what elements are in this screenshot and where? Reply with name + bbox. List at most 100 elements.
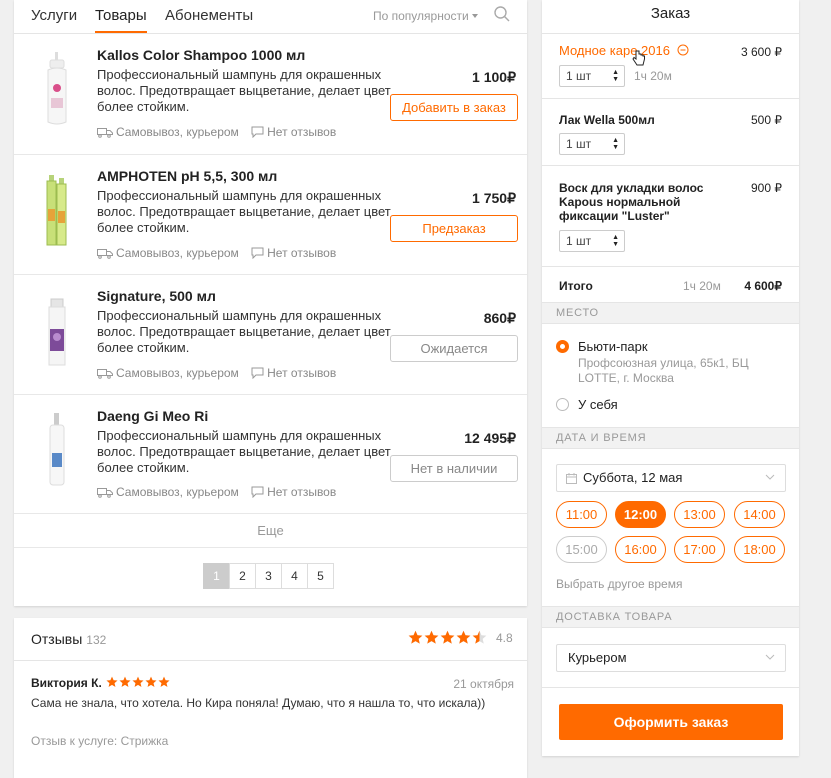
product-name[interactable]: Daeng Gi Meo Ri [97, 408, 208, 424]
order-item-name: Лак Wella 500мл [559, 113, 655, 127]
product-row: Daeng Gi Meo Ri Профессиональный шампунь… [14, 395, 527, 514]
updown-icon: ▲ ▼ [612, 234, 619, 248]
product-price: 860₽ [483, 310, 516, 326]
product-image [47, 52, 67, 125]
page-5[interactable]: 5 [307, 563, 334, 589]
comment-icon [251, 247, 264, 260]
product-meta: Самовывоз, курьером Нет отзывов [97, 125, 336, 139]
radio-place-salon[interactable] [556, 340, 569, 353]
reviews-title: Отзывы [31, 631, 83, 647]
page-3[interactable]: 3 [255, 563, 282, 589]
product-price: 12 495₽ [464, 430, 516, 446]
search-icon[interactable] [493, 5, 511, 28]
star-icon [106, 676, 118, 687]
review-date: 21 октября [453, 677, 514, 691]
checkout-button[interactable]: Оформить заказ [559, 704, 783, 740]
reviews-count: 132 [86, 633, 107, 647]
quantity-select[interactable]: 1 шт ▲ ▼ [559, 133, 625, 155]
product-row: Signature, 500 мл Профессиональный шампу… [14, 275, 527, 395]
caret-down-icon [471, 14, 478, 18]
updown-icon: ▲ ▼ [612, 69, 619, 83]
time-slot[interactable]: 13:00 [674, 501, 725, 528]
product-meta: Самовывоз, курьером Нет отзывов [97, 246, 336, 260]
calendar-icon [566, 473, 577, 484]
review-stars [106, 676, 171, 688]
page-4[interactable]: 4 [281, 563, 308, 589]
product-image [46, 175, 67, 246]
expected-button[interactable]: Ожидается [390, 335, 518, 362]
review-author: Виктория К. [31, 676, 171, 690]
product-meta: Самовывоз, курьером Нет отзывов [97, 366, 336, 380]
quantity-select[interactable]: 1 шт ▲ ▼ [559, 65, 625, 87]
products-panel: Услуги Товары Абонементы По популярности… [14, 0, 527, 606]
product-name[interactable]: Signature, 500 мл [97, 288, 216, 304]
total-price: 4 600₽ [744, 279, 782, 293]
product-row: AMPHOTEN pH 5,5, 300 мл Профессиональный… [14, 155, 527, 275]
tab-products[interactable]: Товары [95, 7, 147, 24]
add-to-order-button[interactable]: Добавить в заказ [390, 94, 518, 121]
sort-dropdown[interactable]: По популярности [373, 9, 478, 23]
product-price: 1 100₽ [472, 69, 516, 85]
product-image [48, 298, 66, 366]
star-icon [158, 676, 170, 687]
truck-icon [97, 249, 113, 259]
tab-subscriptions[interactable]: Абонементы [165, 7, 253, 24]
divider [542, 687, 799, 688]
product-row: Kallos Color Shampoo 1000 мл Профессиона… [14, 34, 527, 155]
order-item-title: Модное каре 2016 [559, 43, 670, 58]
reviews-panel: Отзывы 132 4.8 Виктория К. 21 октября Сам… [14, 618, 527, 778]
delivery-text: Самовывоз, курьером [116, 125, 239, 139]
reviews-text[interactable]: Нет отзывов [267, 125, 336, 139]
time-slot[interactable]: 11:00 [556, 501, 607, 528]
updown-icon: ▲ ▼ [612, 137, 619, 151]
remove-icon[interactable] [677, 44, 689, 56]
truck-icon [97, 369, 113, 379]
time-slot[interactable]: 18:00 [734, 536, 785, 563]
divider [542, 266, 799, 267]
place-name[interactable]: Бьюти-парк [578, 339, 648, 354]
comment-icon [251, 126, 264, 139]
quantity-select[interactable]: 1 шт ▲ ▼ [559, 230, 625, 252]
star-icon [119, 676, 131, 687]
page-1[interactable]: 1 [203, 563, 230, 589]
product-name[interactable]: AMPHOTEN pH 5,5, 300 мл [97, 168, 277, 184]
reviews-text[interactable]: Нет отзывов [267, 366, 336, 380]
total-label: Итого [559, 279, 593, 293]
time-slot-selected[interactable]: 12:00 [615, 501, 666, 528]
rating-stars [408, 630, 488, 645]
star-icon [132, 676, 144, 687]
out-of-stock-button[interactable]: Нет в наличии [390, 455, 518, 482]
reviews-text[interactable]: Нет отзывов [267, 485, 336, 499]
delivery-select[interactable]: Курьером [556, 644, 786, 672]
product-name[interactable]: Kallos Color Shampoo 1000 мл [97, 47, 305, 63]
order-item-price: 500 ₽ [751, 113, 782, 127]
tab-services[interactable]: Услуги [31, 7, 77, 24]
delivery-text: Самовывоз, курьером [116, 246, 239, 260]
radio-place-home[interactable] [556, 398, 569, 411]
rating-score: 4.8 [496, 631, 513, 645]
order-panel: Заказ Модное каре 2016 3 600 ₽ 1 шт ▲ ▼ 1ч… [542, 0, 799, 756]
date-value: Суббота, 12 мая [583, 470, 683, 485]
time-slot-disabled: 15:00 [556, 536, 607, 563]
time-slot[interactable]: 14:00 [734, 501, 785, 528]
page-2[interactable]: 2 [229, 563, 256, 589]
place-address: Профсоюзная улица, 65к1, БЦ LOTTE, г. Мо… [578, 356, 749, 385]
reviews-text[interactable]: Нет отзывов [267, 246, 336, 260]
review-service: Отзыв к услуге: Стрижка [31, 734, 169, 748]
place-name[interactable]: У себя [578, 397, 618, 412]
preorder-button[interactable]: Предзаказ [390, 215, 518, 242]
quantity-value: 1 шт [566, 69, 592, 83]
order-item-duration: 1ч 20м [634, 69, 672, 83]
product-description: Профессиональный шампунь для окрашенных … [97, 67, 391, 114]
time-slot[interactable]: 17:00 [674, 536, 725, 563]
order-item-name[interactable]: Модное каре 2016 [559, 44, 689, 58]
date-select[interactable]: Суббота, 12 мая [556, 464, 786, 492]
review-text: Сама не знала, что хотела. Но Кира понял… [31, 696, 486, 710]
sort-label: По популярности [373, 9, 469, 23]
choose-other-time-link[interactable]: Выбрать другое время [556, 577, 682, 591]
divider [542, 98, 799, 99]
datetime-section-header: ДАТА И ВРЕМЯ [542, 427, 799, 449]
load-more-button[interactable]: Еще [14, 514, 527, 548]
time-slot[interactable]: 16:00 [615, 536, 666, 563]
tab-bar: Услуги Товары Абонементы По популярности [14, 0, 527, 34]
